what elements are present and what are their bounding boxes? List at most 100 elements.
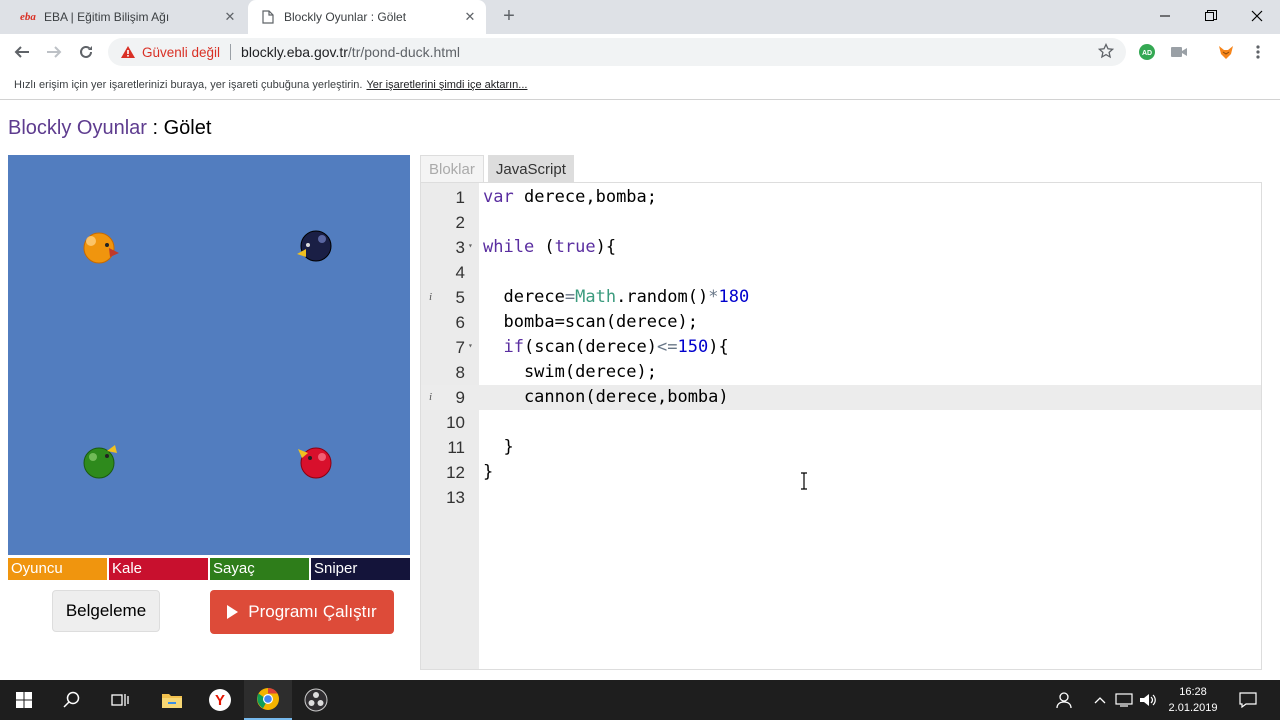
legend-player: Oyuncu	[8, 558, 107, 580]
run-button-label: Programı Çalıştır	[248, 602, 377, 621]
line-number: 10	[446, 413, 465, 432]
tab-eba[interactable]: eba EBA | Eğitim Bilişim Ağı ✕	[8, 0, 246, 34]
clock-date: 2.01.2019	[1168, 702, 1218, 714]
legend-label: Sayaç	[213, 560, 255, 577]
back-icon[interactable]	[10, 40, 34, 64]
adblock-extension-icon[interactable]: AD	[1137, 42, 1157, 62]
menu-kebab-icon[interactable]	[1248, 42, 1268, 62]
chrome-icon[interactable]	[244, 680, 292, 720]
legend-label: Sniper	[314, 560, 358, 577]
legend-label: Oyuncu	[11, 560, 63, 577]
notifications-icon[interactable]	[1228, 680, 1268, 720]
code-editor[interactable]: 1 var derece,bomba; 2 3 ▾ while (true){ …	[420, 182, 1262, 670]
minimize-icon[interactable]	[1142, 4, 1188, 28]
clock-time: 16:28	[1179, 686, 1207, 698]
close-tab-icon[interactable]: ✕	[462, 9, 478, 25]
line-number: 7	[455, 338, 465, 357]
windows-taskbar: Y 16:28 2.01.2019	[0, 680, 1280, 720]
code-text: swim(derece);	[483, 362, 657, 382]
line-number: 11	[447, 438, 465, 457]
line-number: 13	[446, 488, 465, 507]
network-icon[interactable]	[1112, 680, 1136, 720]
fold-arrow-icon[interactable]: ▾	[468, 335, 473, 357]
tab-strip: eba EBA | Eğitim Bilişim Ağı ✕ Blockly O…	[0, 0, 1280, 34]
search-icon[interactable]	[48, 680, 96, 720]
windows-start-icon[interactable]	[0, 680, 48, 720]
bookmarks-message: Hızlı erişim için yer işaretlerinizi bur…	[14, 78, 363, 91]
tab-blockly[interactable]: Blockly Oyunlar : Gölet ✕	[248, 0, 486, 34]
address-bar[interactable]: Güvenli değil blockly.eba.gov.tr/tr/pond…	[108, 38, 1126, 66]
volume-icon[interactable]	[1136, 680, 1160, 720]
file-explorer-icon[interactable]	[148, 680, 196, 720]
show-hidden-icons-icon[interactable]	[1090, 680, 1110, 720]
import-bookmarks-link[interactable]: Yer işaretlerini şimdi içe aktarın...	[366, 79, 527, 91]
close-tab-icon[interactable]: ✕	[222, 9, 238, 25]
svg-text:Y: Y	[215, 692, 225, 709]
duck-sniper-icon	[297, 230, 332, 262]
code-line[interactable]: 7 ▾ if(scan(derece)<=150){	[421, 335, 1261, 360]
yandex-browser-icon[interactable]: Y	[196, 680, 244, 720]
code-line[interactable]: i 5 derece=Math.random()*180	[421, 285, 1261, 310]
line-number: 9	[455, 388, 465, 407]
people-icon[interactable]	[1042, 680, 1086, 720]
duck-castle-icon	[298, 447, 332, 479]
code-text: while (true){	[483, 237, 617, 257]
browser-toolbar: Güvenli değil blockly.eba.gov.tr/tr/pond…	[0, 34, 1280, 70]
run-program-button[interactable]: Programı Çalıştır	[210, 590, 394, 634]
legend-label: Kale	[112, 560, 143, 577]
tab-title: Blockly Oyunlar : Gölet	[284, 10, 407, 24]
line-number: 1	[455, 188, 465, 207]
forward-icon[interactable]	[42, 40, 66, 64]
fold-arrow-icon[interactable]: ▾	[468, 235, 473, 257]
code-line[interactable]: 3 ▾ while (true){	[421, 235, 1261, 260]
bookmarks-bar: Hızlı erişim için yer işaretlerinizi bur…	[0, 70, 1280, 100]
duck-player-icon	[83, 232, 119, 264]
bookmark-star-icon[interactable]	[1097, 42, 1115, 62]
legend-sniper: Sniper	[311, 558, 410, 580]
line-number: 3	[455, 238, 465, 257]
new-tab-icon[interactable]: +	[498, 6, 520, 28]
page-icon	[260, 10, 276, 24]
code-line-active[interactable]: i 9 cannon(derece,bomba)	[421, 385, 1261, 410]
url-path: /tr/pond-duck.html	[347, 44, 460, 60]
editor-tabs: Bloklar JavaScript	[420, 155, 578, 183]
code-line[interactable]: 10	[421, 410, 1261, 435]
video-camera-icon[interactable]	[1169, 42, 1189, 62]
security-label: Güvenli değil	[142, 44, 221, 60]
code-text: }	[483, 437, 514, 457]
legend-castle: Kale	[109, 558, 208, 580]
documentation-button[interactable]: Belgeleme	[52, 590, 160, 632]
code-line[interactable]: 2	[421, 210, 1261, 235]
line-number: 4	[455, 263, 465, 282]
divider	[230, 44, 232, 60]
pond-canvas	[8, 155, 410, 555]
duck-counter-icon	[83, 445, 117, 479]
reload-icon[interactable]	[74, 40, 98, 64]
task-view-icon[interactable]	[96, 680, 144, 720]
obs-studio-icon[interactable]	[292, 680, 340, 720]
tab-blocks[interactable]: Bloklar	[420, 155, 484, 183]
code-line[interactable]: 11 }	[421, 435, 1261, 460]
code-line[interactable]: 6 bomba=scan(derece);	[421, 310, 1261, 335]
line-number: 8	[455, 363, 465, 382]
fox-extension-icon[interactable]	[1216, 42, 1236, 62]
code-line[interactable]: 13	[421, 485, 1261, 510]
system-clock[interactable]: 16:28 2.01.2019	[1160, 684, 1226, 716]
restore-icon[interactable]	[1188, 4, 1234, 28]
code-text: derece=Math.random()*180	[483, 287, 750, 307]
app-title[interactable]: Blockly Oyunlar	[8, 117, 147, 139]
code-line[interactable]: 1 var derece,bomba;	[421, 185, 1261, 210]
code-text: }	[483, 462, 494, 482]
code-line[interactable]: 8 swim(derece);	[421, 360, 1261, 385]
legend-counter: Sayaç	[210, 558, 309, 580]
code-text: cannon(derece,bomba)	[483, 387, 729, 407]
eba-favicon-icon: eba	[20, 11, 36, 23]
tab-javascript[interactable]: JavaScript	[487, 155, 574, 183]
line-number: 6	[455, 313, 465, 332]
code-line[interactable]: 4	[421, 260, 1261, 285]
security-warning[interactable]: Güvenli değil	[120, 45, 220, 60]
code-line[interactable]: 12 }	[421, 460, 1261, 485]
url-host: blockly.eba.gov.tr	[241, 44, 348, 60]
svg-text:AD: AD	[1142, 50, 1152, 57]
close-window-icon[interactable]	[1234, 4, 1280, 28]
